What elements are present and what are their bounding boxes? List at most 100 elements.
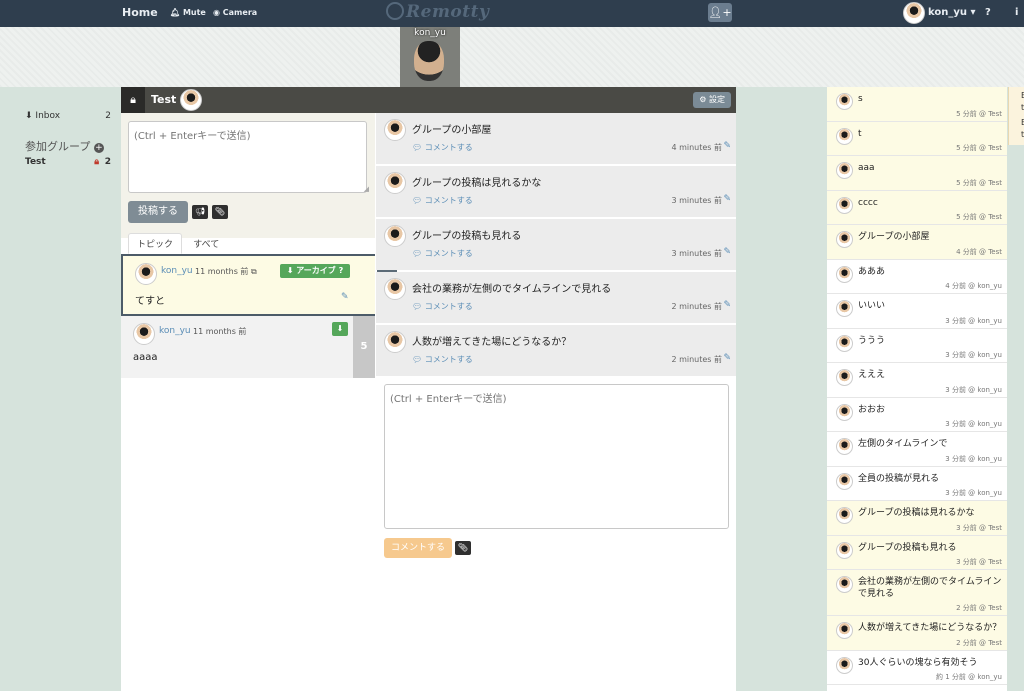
timeline-item[interactable]: 左側のタイムラインで 3 分前 @ kon_yu xyxy=(827,432,1007,467)
pencil-icon[interactable]: ✎ xyxy=(723,353,731,363)
timeline-item[interactable]: グループの投稿も見れる 3 分前 @ Test xyxy=(827,535,1007,570)
groups-heading: 参加グループ + xyxy=(25,140,104,153)
timeline-item[interactable]: ううう 3 分前 @ kon_yu xyxy=(827,329,1007,363)
feed-body: 人数が増えてきた場にどうなるか？ xyxy=(412,337,572,348)
info-icon[interactable]: i xyxy=(1015,0,1018,27)
mute-button[interactable]: 🔔︎ Mute xyxy=(170,0,206,27)
avatar xyxy=(836,162,853,179)
timeline-text: ううう xyxy=(858,335,886,346)
timeline-item[interactable]: グループの小部屋 4 分前 @ Test xyxy=(827,225,1007,260)
sidebar-item-test[interactable]: Test 🔒︎ 2 xyxy=(25,157,111,167)
megaphone-icon[interactable]: 📢︎ xyxy=(192,205,208,219)
webcam-image xyxy=(414,41,444,81)
timeline-item[interactable]: t 5 分前 @ Test xyxy=(827,121,1007,156)
bell-icon: 🔔︎ xyxy=(170,8,181,17)
timeline-meta: 5 分前 @ Test xyxy=(956,213,1002,221)
inbox-link[interactable]: ⬇ Inbox 2 xyxy=(25,111,111,121)
comment-link[interactable]: 💬︎ コメントする xyxy=(412,195,473,206)
comment-button[interactable]: コメントする xyxy=(384,538,452,558)
timeline-meta: 3 分前 @ kon_yu xyxy=(945,351,1002,359)
archive-button[interactable]: ⬇ アーカイブ ? xyxy=(280,264,350,278)
group-main: 🔒︎ Test ⚙ 設定 ◢ 投稿する 📢︎ 📎︎ トピック すべて kon_y… xyxy=(121,87,736,691)
pencil-icon[interactable]: ✎ xyxy=(723,194,731,204)
gear-icon: ⚙ xyxy=(699,95,707,104)
pencil-icon[interactable]: ✎ xyxy=(723,300,731,310)
download-icon: ⬇ xyxy=(25,111,33,121)
avatar xyxy=(836,541,853,559)
user-avatar[interactable] xyxy=(903,2,925,24)
download-icon[interactable]: ⬇ xyxy=(332,322,348,336)
feed-body: グループの投稿は見れるかな xyxy=(412,178,542,189)
user-menu[interactable]: kon_yu ▾ xyxy=(928,0,976,27)
timeline-item[interactable]: 人数が増えてきた場にどうなるか？ 2 分前 @ Test xyxy=(827,616,1007,651)
timeline-meta: 5 分前 @ Test xyxy=(956,144,1002,152)
avatar xyxy=(135,263,157,285)
feed-item: グループの小部屋 💬︎ コメントする 4 minutes 前 ✎ xyxy=(376,113,736,164)
tab-all[interactable]: すべて xyxy=(185,234,227,253)
topic-tabs: トピック すべて xyxy=(128,233,227,254)
pencil-icon[interactable]: ✎ xyxy=(723,141,731,151)
comment-input[interactable] xyxy=(384,384,729,529)
paperclip-icon[interactable]: 📎︎ xyxy=(455,541,471,555)
group-avatar xyxy=(180,89,202,111)
pencil-icon[interactable]: ✎ xyxy=(723,247,731,257)
comment-link[interactable]: 💬︎ コメントする xyxy=(412,142,473,153)
comment-icon: 💬︎ xyxy=(412,302,423,311)
timeline-text: グループの小部屋 xyxy=(858,232,930,242)
timeline-text: いいい xyxy=(858,301,886,311)
topic-item[interactable]: kon_yu 11 months 前 ⬇ aaaa 5 xyxy=(121,316,375,378)
camera-label: kon_yu xyxy=(414,28,446,38)
pencil-icon[interactable]: ✎ xyxy=(341,292,349,302)
lock-icon: 🔒︎ xyxy=(94,157,99,167)
timeline-text: 全員の投稿が見れる xyxy=(858,473,940,484)
camera-tile[interactable]: kon_yu xyxy=(400,27,460,87)
home-link[interactable]: Home xyxy=(122,0,158,27)
paperclip-icon[interactable]: 📎︎ xyxy=(212,205,228,219)
timeline-meta: 3 分前 @ kon_yu xyxy=(945,420,1002,428)
topic-item[interactable]: kon_yu 11 months 前 ⧉ ⬇ アーカイブ ? てすと ✎ 5 xyxy=(121,254,397,316)
question-icon[interactable]: ? xyxy=(985,0,991,27)
timeline-item[interactable]: s 5 分前 @ Test xyxy=(827,87,1007,122)
timeline-item[interactable]: 会社の業務が左側のでタイムラインで見れる 2 分前 @ Test xyxy=(827,570,1007,616)
comment-link[interactable]: 💬︎ コメントする xyxy=(412,301,473,312)
timeline-text: あああ xyxy=(858,266,886,277)
timeline-item[interactable]: あああ 4 分前 @ kon_yu xyxy=(827,260,1007,294)
timeline-item[interactable]: cccc 5 分前 @ Test xyxy=(827,190,1007,225)
tab-topics[interactable]: トピック xyxy=(128,233,183,254)
avatar xyxy=(384,331,406,353)
user-plus-icon: 👤︎+ xyxy=(708,6,732,19)
avatar xyxy=(384,119,406,141)
timeline-item[interactable]: いいい 3 分前 @ kon_yu xyxy=(827,294,1007,329)
camera-button[interactable]: ◉ Camera xyxy=(213,0,257,27)
timeline-meta: 3 分前 @ kon_yu xyxy=(945,385,1002,394)
question-icon: ? xyxy=(338,266,344,275)
timeline-item[interactable]: 30人ぐらいの塊なら有効そう約 1 分前 @ kon_yu xyxy=(827,651,1007,685)
avatar xyxy=(836,369,853,386)
add-group-icon[interactable]: + xyxy=(93,143,104,153)
avatar xyxy=(836,196,853,214)
settings-button[interactable]: ⚙ 設定 xyxy=(693,92,731,108)
comment-link[interactable]: 💬︎ コメントする xyxy=(412,248,473,259)
add-user-button[interactable]: 👤︎+ xyxy=(708,3,732,22)
timeline-item[interactable]: 全員の投稿が見れる 3 分前 @ kon_yu xyxy=(827,467,1007,501)
topic-count[interactable]: 5 xyxy=(353,316,375,378)
comment-link[interactable]: 💬︎ コメントする xyxy=(412,354,473,365)
group-header: 🔒︎ Test ⚙ 設定 xyxy=(121,87,736,113)
timeline-item[interactable]: グループの投稿は見れるかな 3 分前 @ Test xyxy=(827,501,1007,536)
timeline-item[interactable]: えええ 3 分前 @ kon_yu xyxy=(827,363,1007,398)
timeline-item[interactable]: aaa 5 分前 @ Test xyxy=(827,156,1007,191)
timeline-text: えええ xyxy=(858,370,886,380)
timeline-item[interactable]: おおお 3 分前 @ kon_yu xyxy=(827,398,1007,432)
post-button[interactable]: 投稿する xyxy=(128,201,188,223)
timeline-text: グループの投稿も見れる xyxy=(858,542,957,553)
topic-user[interactable]: kon_yu xyxy=(159,326,191,336)
download-icon: ⬇ xyxy=(286,266,294,275)
avatar xyxy=(133,323,155,345)
timeline-text: aaa xyxy=(858,163,875,173)
post-input[interactable] xyxy=(128,121,367,193)
feed-time: 2 minutes 前 xyxy=(671,355,722,364)
top-navbar: Home 🔔︎ Mute ◉ Camera Remotty 👤︎+ kon_yu… xyxy=(0,0,1024,27)
topic-user[interactable]: kon_yu xyxy=(161,266,193,276)
feed-body: グループの投稿も見れる xyxy=(412,231,522,242)
resize-handle-icon[interactable]: ◢ xyxy=(364,185,369,193)
